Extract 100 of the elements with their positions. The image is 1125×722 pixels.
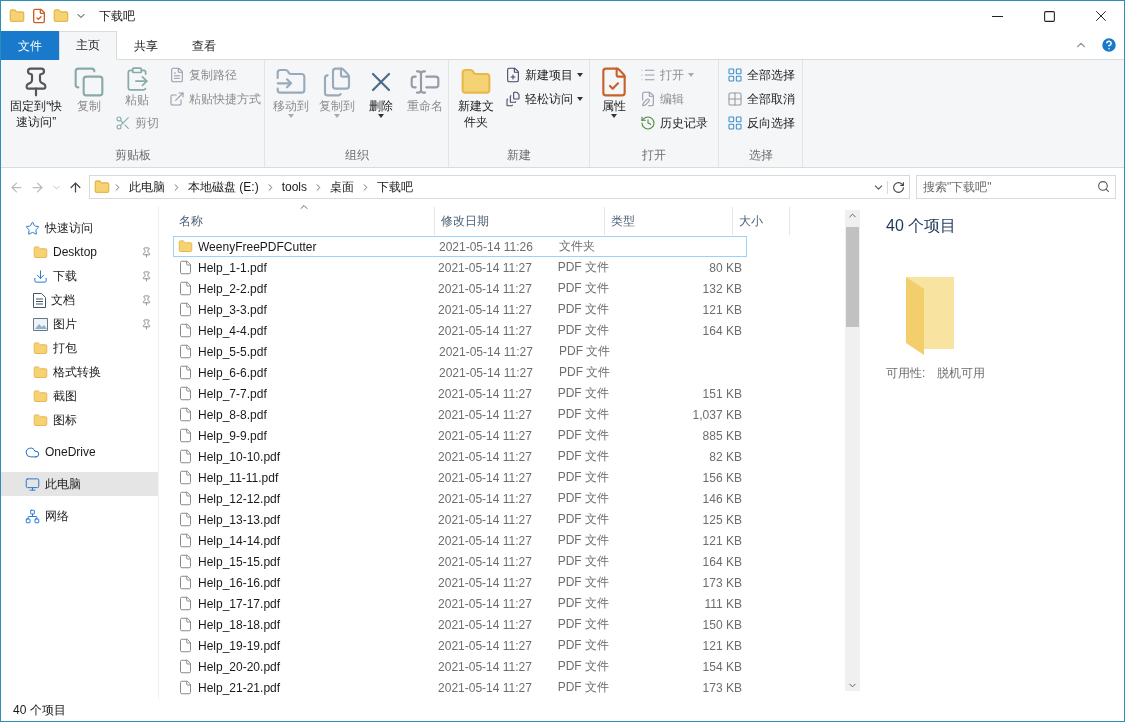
file-row[interactable]: Help_13-13.pdf 2021-05-14 11:27 PDF 文件 125 KB	[173, 509, 747, 530]
file-row[interactable]: Help_21-21.pdf 2021-05-14 11:27 PDF 文件 173 KB	[173, 677, 747, 698]
file-row[interactable]: Help_1-1.pdf 2021-05-14 11:27 PDF 文件 80 KB	[173, 257, 747, 278]
scrollbar[interactable]	[845, 210, 860, 691]
document-icon	[33, 292, 46, 308]
nav-item[interactable]: 截图	[1, 384, 158, 408]
file-row[interactable]: Help_12-12.pdf 2021-05-14 11:27 PDF 文件 146 KB	[173, 488, 747, 509]
file-row[interactable]: Help_16-16.pdf 2021-05-14 11:27 PDF 文件 173 KB	[173, 572, 747, 593]
file-icon	[178, 365, 193, 380]
nav-label: 此电脑	[45, 475, 82, 493]
group-label: 新建	[506, 147, 532, 164]
nav-item[interactable]: 文档	[1, 288, 158, 312]
file-row[interactable]: Help_10-10.pdf 2021-05-14 11:27 PDF 文件 82 KB	[173, 446, 747, 467]
nav-item[interactable]: OneDrive	[1, 440, 158, 464]
up-button[interactable]	[68, 179, 83, 195]
folder-icon	[33, 412, 48, 428]
column-header[interactable]: 大小	[733, 207, 790, 235]
breadcrumb[interactable]: tools	[277, 180, 312, 194]
back-button[interactable]	[9, 179, 24, 195]
checked-file-icon[interactable]	[31, 8, 47, 24]
nav-item[interactable]: 图标	[1, 408, 158, 432]
ribbon-button[interactable]: 轻松访问	[501, 88, 587, 110]
ribbon-tab[interactable]: 主页	[59, 31, 117, 60]
type-cell-text: PDF 文件	[556, 322, 610, 339]
size-cell-text: 111 KB	[703, 596, 743, 611]
scissors-icon	[115, 115, 132, 131]
breadcrumb[interactable]: 下载吧	[373, 178, 418, 196]
file-row[interactable]: Help_20-20.pdf 2021-05-14 11:27 PDF 文件 154 KB	[173, 656, 747, 677]
column-header[interactable]: 修改日期	[435, 207, 605, 235]
nav-item[interactable]: 快速访问	[1, 216, 158, 240]
nav-item[interactable]: 格式转换	[1, 360, 158, 384]
nav-item[interactable]: 图片	[1, 312, 158, 336]
file-name: Help_6-6.pdf	[174, 365, 433, 380]
file-name: Help_17-17.pdf	[174, 596, 433, 611]
type-cell-text: PDF 文件	[558, 364, 612, 381]
ribbon-tab[interactable]: 共享	[117, 31, 175, 60]
file-icon	[178, 386, 193, 401]
nav-item[interactable]: Desktop	[1, 240, 158, 264]
type-cell-text: PDF 文件	[556, 574, 610, 591]
file-row[interactable]: Help_9-9.pdf 2021-05-14 11:27 PDF 文件 885 KB	[173, 425, 747, 446]
file-row[interactable]: Help_6-6.pdf 2021-05-14 11:27 PDF 文件	[173, 362, 747, 383]
file-row[interactable]: Help_4-4.pdf 2021-05-14 11:27 PDF 文件 164 KB	[173, 320, 747, 341]
file-row[interactable]: Help_8-8.pdf 2021-05-14 11:27 PDF 文件 1,037 KB	[173, 404, 747, 425]
folder-icon[interactable]	[53, 8, 69, 24]
scrollbar-thumb[interactable]	[846, 227, 859, 327]
nav-item[interactable]: 网络	[1, 504, 158, 528]
grid-icon	[727, 115, 743, 131]
search-field[interactable]: 搜索"下载吧"	[916, 175, 1116, 199]
nav-item[interactable]: 打包	[1, 336, 158, 360]
picture-icon	[33, 317, 48, 331]
file-row[interactable]: Help_2-2.pdf 2021-05-14 11:27 PDF 文件 132 KB	[173, 278, 747, 299]
file-row[interactable]: Help_14-14.pdf 2021-05-14 11:27 PDF 文件 121 KB	[173, 530, 747, 551]
availability-value: 脱机可用	[937, 365, 986, 382]
forward-button[interactable]	[30, 179, 45, 195]
file-row[interactable]: Help_3-3.pdf 2021-05-14 11:27 PDF 文件 121 KB	[173, 299, 747, 320]
date-cell-text: 2021-05-14 11:27	[437, 659, 533, 674]
ribbon-button[interactable]: 删除	[361, 64, 401, 120]
folder-icon[interactable]	[9, 8, 25, 24]
ribbon-button[interactable]: 新建文件夹	[453, 64, 499, 132]
file-row[interactable]: Help_19-19.pdf 2021-05-14 11:27 PDF 文件 121 KB	[173, 635, 747, 656]
forward-icon	[30, 179, 45, 195]
file-row[interactable]: Help_11-11.pdf 2021-05-14 11:27 PDF 文件 156 KB	[173, 467, 747, 488]
breadcrumb[interactable]: 桌面	[326, 178, 359, 196]
shortcut-icon	[169, 91, 186, 107]
date-cell-text: 2021-05-14 11:27	[437, 617, 533, 632]
file-row[interactable]: WeenyFreePDFCutter 2021-05-14 11:26 文件夹	[173, 236, 747, 257]
document-icon	[169, 67, 186, 83]
file-row[interactable]: Help_15-15.pdf 2021-05-14 11:27 PDF 文件 164 KB	[173, 551, 747, 572]
help-icon[interactable]	[1100, 36, 1118, 54]
ribbon-tab[interactable]: 查看	[175, 31, 233, 60]
ribbon-tab[interactable]: 文件	[1, 31, 59, 60]
ribbon-button[interactable]: 全部选择	[723, 64, 799, 86]
file-row[interactable]: Help_7-7.pdf 2021-05-14 11:27 PDF 文件 151 KB	[173, 383, 747, 404]
nav-item[interactable]: 下载	[1, 264, 158, 288]
type-cell-text: PDF 文件	[556, 637, 610, 654]
breadcrumb[interactable]: 此电脑	[125, 178, 169, 196]
monitor-icon	[25, 476, 40, 492]
new-file-icon	[505, 67, 521, 83]
ribbon-button[interactable]: 固定到“快速访问”	[5, 64, 68, 132]
address-bar[interactable]: 此电脑 本地磁盘 (E:) tools 桌面 下载吧	[89, 175, 910, 199]
ribbon-button[interactable]: 新建项目	[501, 64, 587, 86]
file-row[interactable]: Help_5-5.pdf 2021-05-14 11:27 PDF 文件	[173, 341, 747, 362]
ribbon-button[interactable]: 历史记录	[636, 112, 712, 134]
size-cell-text: 151 KB	[701, 386, 743, 401]
size-cell-text: 154 KB	[701, 659, 743, 674]
file-icon	[178, 428, 193, 443]
ribbon-button[interactable]: 全部取消	[723, 88, 799, 110]
breadcrumb[interactable]: 本地磁盘 (E:)	[184, 178, 263, 196]
file-row[interactable]: Help_18-18.pdf 2021-05-14 11:27 PDF 文件 150 KB	[173, 614, 747, 635]
file-row[interactable]: Help_17-17.pdf 2021-05-14 11:27 PDF 文件 111 KB	[173, 593, 747, 614]
nav-item[interactable]: 此电脑	[1, 472, 158, 496]
ribbon-button[interactable]: 属性	[594, 64, 634, 120]
type-cell-text: PDF 文件	[556, 469, 610, 486]
column-header[interactable]: 名称	[173, 207, 435, 235]
date-cell-text: 2021-05-14 11:27	[437, 491, 533, 506]
file-name: Help_11-11.pdf	[174, 470, 433, 485]
size-cell-text: 173 KB	[701, 575, 743, 590]
file-icon	[178, 407, 193, 422]
column-header[interactable]: 类型	[605, 207, 733, 235]
ribbon-button[interactable]: 反向选择	[723, 112, 799, 134]
